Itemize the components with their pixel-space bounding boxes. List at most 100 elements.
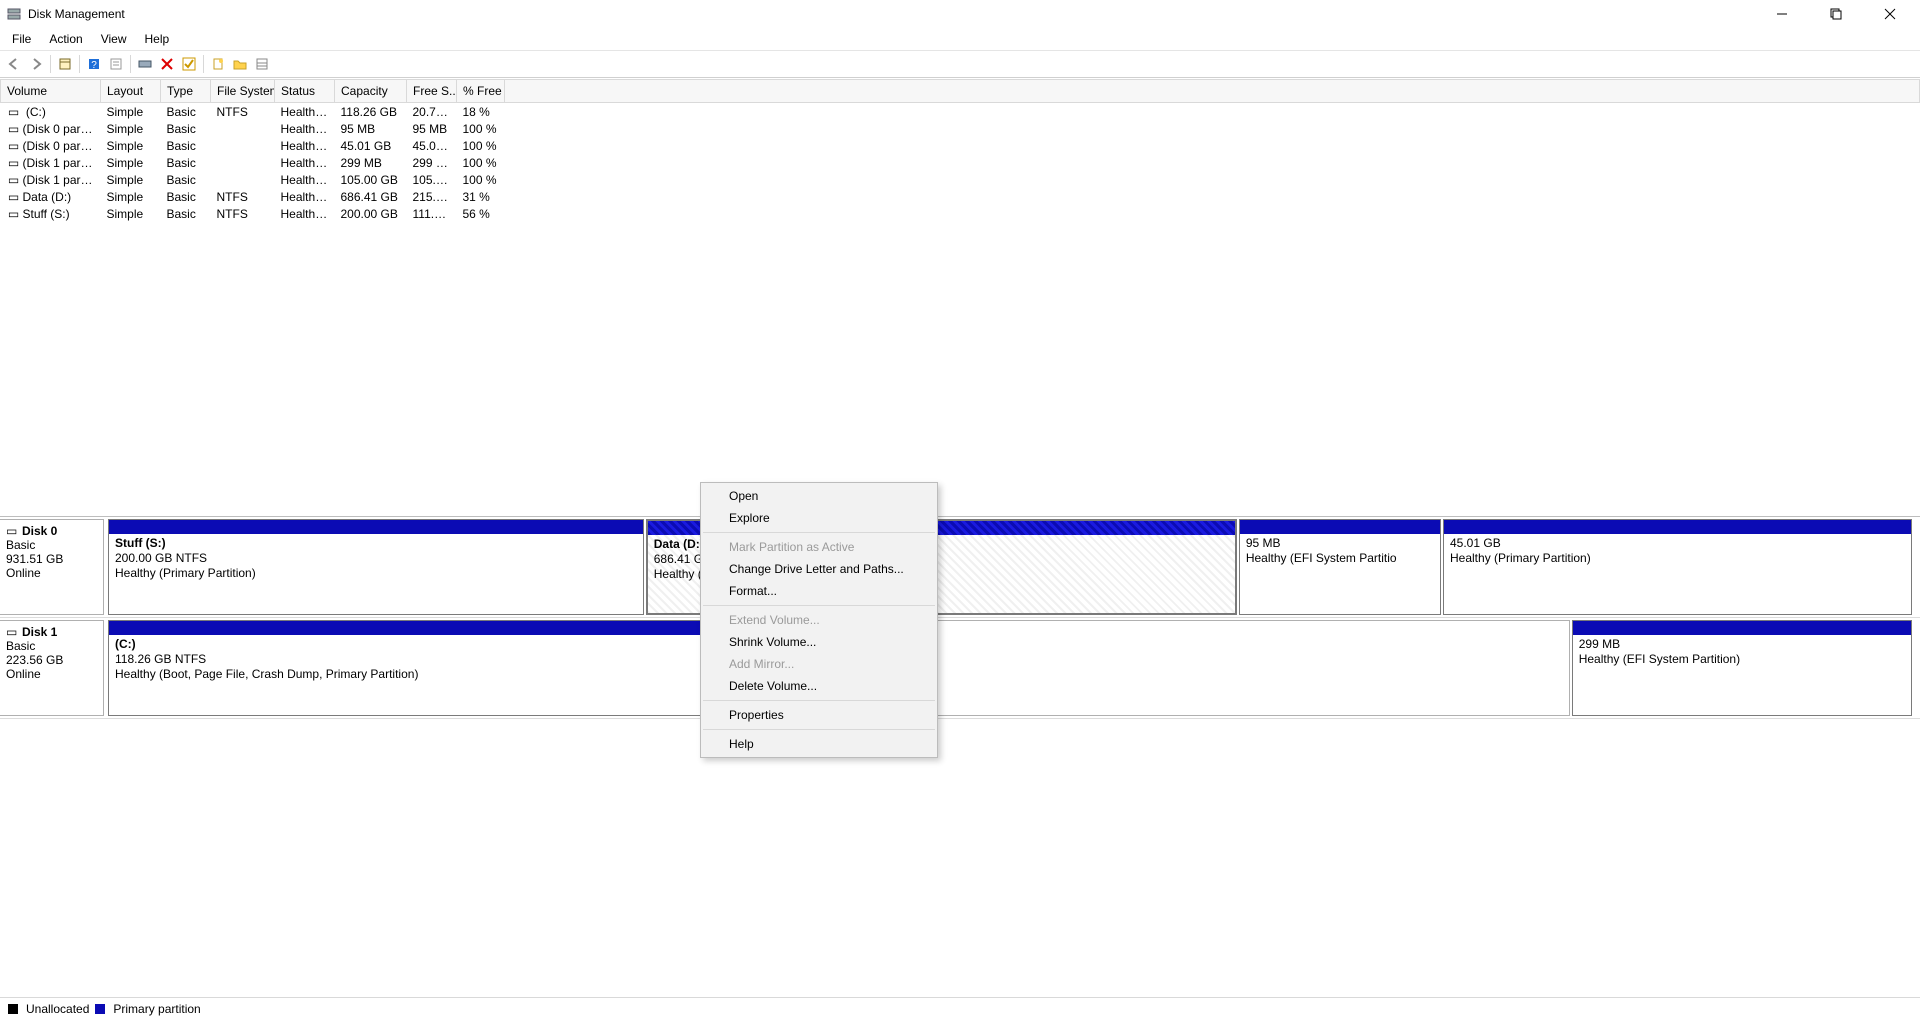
cell-type: Basic <box>161 103 211 121</box>
context-menu-item: Extend Volume... <box>701 609 937 631</box>
cell-status: Healthy ... <box>275 103 335 121</box>
partition[interactable] <box>933 620 1569 716</box>
cell-volume: ▭ (C:) <box>1 103 101 121</box>
column-header-layout[interactable]: Layout <box>101 80 161 103</box>
list-icon[interactable] <box>252 54 272 74</box>
menu-file[interactable]: File <box>4 30 39 48</box>
partition-stripe <box>1573 621 1911 635</box>
context-menu-item[interactable]: Shrink Volume... <box>701 631 937 653</box>
cell-free: 105.00... <box>407 171 457 188</box>
column-header-fs[interactable]: File System <box>211 80 275 103</box>
table-row[interactable]: ▭ (C:)SimpleBasicNTFSHealthy ...118.26 G… <box>1 103 1920 121</box>
cell-layout: Simple <box>101 188 161 205</box>
context-menu-item[interactable]: Open <box>701 485 937 507</box>
disk-status: Online <box>6 667 97 681</box>
cell-free: 299 MB <box>407 154 457 171</box>
menu-view[interactable]: View <box>93 30 135 48</box>
table-row[interactable]: ▭(Disk 0 partitio...SimpleBasicHealthy .… <box>1 137 1920 154</box>
menubar: File Action View Help <box>0 28 1920 50</box>
disk-icon: ▭ <box>6 625 20 639</box>
folder-icon[interactable] <box>230 54 250 74</box>
context-menu-separator <box>703 532 935 533</box>
table-row[interactable]: ▭Data (D:)SimpleBasicNTFSHealthy ...686.… <box>1 188 1920 205</box>
cell-layout: Simple <box>101 205 161 222</box>
cell-status: Healthy ... <box>275 171 335 188</box>
disk-icon[interactable] <box>135 54 155 74</box>
cell-pct: 56 % <box>457 205 505 222</box>
forward-icon[interactable] <box>26 54 46 74</box>
context-menu-item[interactable]: Properties <box>701 704 937 726</box>
cell-layout: Simple <box>101 171 161 188</box>
window-controls <box>1764 2 1914 26</box>
column-header-type[interactable]: Type <box>161 80 211 103</box>
back-icon[interactable] <box>4 54 24 74</box>
partition[interactable]: Stuff (S:)200.00 GB NTFSHealthy (Primary… <box>108 519 644 615</box>
cell-status: Healthy ... <box>275 120 335 137</box>
toolbar: ? <box>0 50 1920 78</box>
volume-icon: ▭ <box>7 190 21 204</box>
check-icon[interactable] <box>179 54 199 74</box>
context-menu-item[interactable]: Format... <box>701 580 937 602</box>
maximize-button[interactable] <box>1818 2 1854 26</box>
partition-title: Stuff (S:) <box>115 536 637 551</box>
delete-icon[interactable] <box>157 54 177 74</box>
disk-row: ▭Disk 0Basic931.51 GBOnline Stuff (S:)200… <box>0 517 1920 618</box>
partition-size: 95 MB <box>1246 536 1434 551</box>
cell-type: Basic <box>161 154 211 171</box>
disk-label[interactable]: ▭Disk 1Basic223.56 GBOnline <box>0 620 104 716</box>
context-menu-item[interactable]: Explore <box>701 507 937 529</box>
disk-icon: ▭ <box>6 524 20 538</box>
cell-status: Healthy ... <box>275 154 335 171</box>
table-row[interactable]: ▭(Disk 1 partitio...SimpleBasicHealthy .… <box>1 154 1920 171</box>
properties-icon[interactable] <box>106 54 126 74</box>
cell-type: Basic <box>161 188 211 205</box>
partition-stripe <box>1240 520 1440 534</box>
context-menu: OpenExplore Mark Partition as ActiveChang… <box>700 482 938 758</box>
show-hide-console-icon[interactable] <box>55 54 75 74</box>
partition-health: Healthy (Primary Partition) <box>1450 551 1905 566</box>
partition[interactable]: 299 MBHealthy (EFI System Partition) <box>1572 620 1912 716</box>
disk-status: Online <box>6 566 97 580</box>
cell-capacity: 105.00 GB <box>335 171 407 188</box>
partition-size: 200.00 GB NTFS <box>115 551 637 566</box>
menu-action[interactable]: Action <box>41 30 90 48</box>
table-row[interactable]: ▭(Disk 1 partitio...SimpleBasicHealthy .… <box>1 171 1920 188</box>
context-menu-item[interactable]: Help <box>701 733 937 755</box>
table-row[interactable]: ▭(Disk 0 partitio...SimpleBasicHealthy .… <box>1 120 1920 137</box>
help-icon[interactable]: ? <box>84 54 104 74</box>
context-menu-item: Mark Partition as Active <box>701 536 937 558</box>
disk-row: ▭Disk 1Basic223.56 GBOnline (C:)118.26 G… <box>0 618 1920 719</box>
close-button[interactable] <box>1872 2 1908 26</box>
context-menu-item[interactable]: Change Drive Letter and Paths... <box>701 558 937 580</box>
cell-pct: 18 % <box>457 103 505 121</box>
cell-fs <box>211 154 275 171</box>
column-header-pct[interactable]: % Free <box>457 80 505 103</box>
disk-size: 223.56 GB <box>6 653 97 667</box>
partition-stripe <box>1444 520 1911 534</box>
cell-free: 111.16... <box>407 205 457 222</box>
cell-fs <box>211 120 275 137</box>
disk-partitions: Stuff (S:)200.00 GB NTFS Healthy (Primary… <box>108 519 1920 615</box>
volume-icon: ▭ <box>7 139 21 153</box>
disk-name: Disk 0 <box>22 524 57 538</box>
column-header-status[interactable]: Status <box>275 80 335 103</box>
column-header-free[interactable]: Free S... <box>407 80 457 103</box>
cell-free: 20.77 ... <box>407 103 457 121</box>
column-header-capacity[interactable]: Capacity <box>335 80 407 103</box>
new-icon[interactable] <box>208 54 228 74</box>
partition[interactable]: 95 MBHealthy (EFI System Partitio <box>1239 519 1441 615</box>
context-menu-item[interactable]: Delete Volume... <box>701 675 937 697</box>
cell-status: Healthy ... <box>275 188 335 205</box>
cell-pct: 100 % <box>457 137 505 154</box>
column-header-filler <box>505 80 1920 103</box>
context-menu-separator <box>703 729 935 730</box>
menu-help[interactable]: Help <box>137 30 178 48</box>
table-row[interactable]: ▭Stuff (S:)SimpleBasicNTFSHealthy ...200… <box>1 205 1920 222</box>
cell-volume: ▭Data (D:) <box>1 188 101 205</box>
cell-volume: ▭(Disk 0 partitio... <box>1 137 101 154</box>
minimize-button[interactable] <box>1764 2 1800 26</box>
partition[interactable]: 45.01 GBHealthy (Primary Partition) <box>1443 519 1912 615</box>
cell-pct: 100 % <box>457 120 505 137</box>
column-header-volume[interactable]: Volume <box>1 80 101 103</box>
disk-label[interactable]: ▭Disk 0Basic931.51 GBOnline <box>0 519 104 615</box>
